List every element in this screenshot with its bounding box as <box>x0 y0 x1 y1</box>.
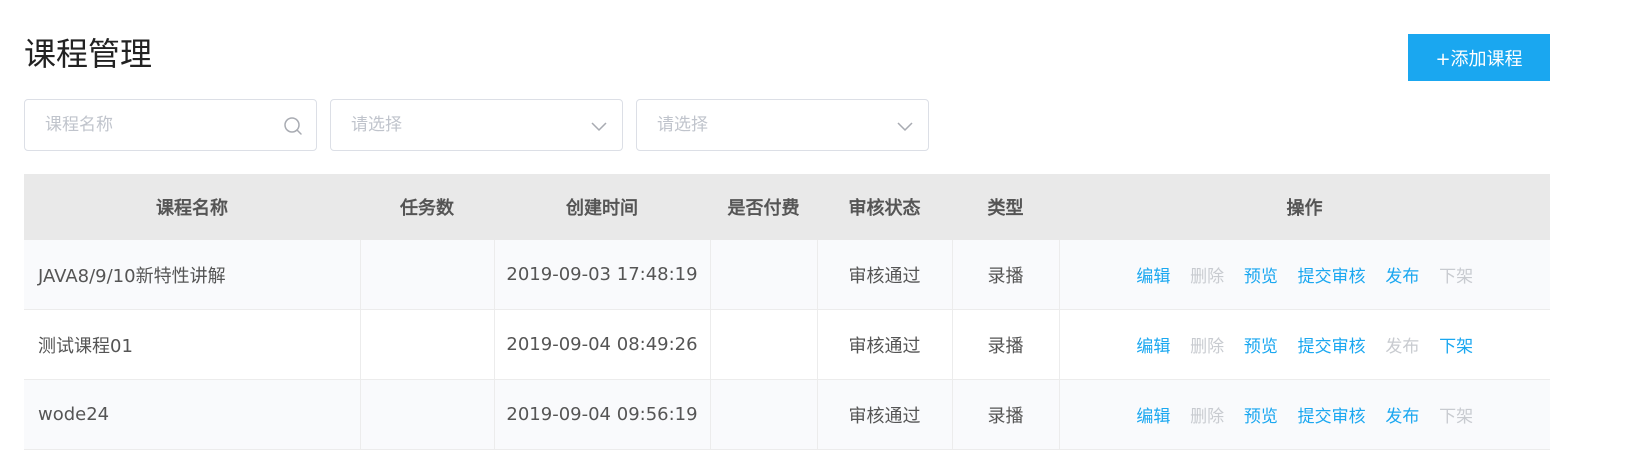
cell-paid <box>710 379 818 450</box>
cell-type: 录播 <box>952 240 1060 310</box>
unpublish-link[interactable]: 下架 <box>1439 332 1473 357</box>
column-header-tasks: 任务数 <box>360 174 494 240</box>
select-placeholder: 请选择 <box>351 115 402 135</box>
filter-select-1[interactable]: 请选择 <box>330 99 623 151</box>
preview-link[interactable]: 预览 <box>1244 332 1278 357</box>
publish-link[interactable]: 发布 <box>1385 402 1419 427</box>
page-title: 课程管理 <box>24 35 153 73</box>
publish-link[interactable]: 发布 <box>1385 332 1419 357</box>
publish-link[interactable]: 发布 <box>1385 262 1419 287</box>
search-icon[interactable] <box>282 115 304 137</box>
submit-review-link[interactable]: 提交审核 <box>1298 332 1366 357</box>
edit-link[interactable]: 编辑 <box>1136 402 1170 427</box>
submit-review-link[interactable]: 提交审核 <box>1298 262 1366 287</box>
column-header-paid: 是否付费 <box>710 174 817 240</box>
table-row: JAVA8/9/10新特性讲解 2019-09-03 17:48:19 审核通过… <box>24 240 1550 310</box>
unpublish-link[interactable]: 下架 <box>1439 402 1473 427</box>
submit-review-link[interactable]: 提交审核 <box>1298 402 1366 427</box>
course-name-input[interactable] <box>45 100 265 150</box>
preview-link[interactable]: 预览 <box>1244 402 1278 427</box>
column-header-created: 创建时间 <box>494 174 710 240</box>
cell-tasks <box>360 309 495 380</box>
preview-link[interactable]: 预览 <box>1244 262 1278 287</box>
delete-link[interactable]: 删除 <box>1190 332 1224 357</box>
cell-type: 录播 <box>952 379 1060 450</box>
course-name-search[interactable] <box>24 99 317 151</box>
cell-tasks <box>360 379 495 450</box>
edit-link[interactable]: 编辑 <box>1136 262 1170 287</box>
cell-created: 2019-09-03 17:48:19 <box>494 240 711 310</box>
cell-paid <box>710 309 818 380</box>
cell-paid <box>710 240 818 310</box>
column-header-status: 审核状态 <box>817 174 952 240</box>
edit-link[interactable]: 编辑 <box>1136 332 1170 357</box>
filter-select-2[interactable]: 请选择 <box>636 99 929 151</box>
delete-link[interactable]: 删除 <box>1190 262 1224 287</box>
column-header-name: 课程名称 <box>24 174 360 240</box>
column-header-actions: 操作 <box>1059 174 1550 240</box>
cell-course-name: wode24 <box>24 379 361 450</box>
table-row: wode24 2019-09-04 09:56:19 审核通过 录播 编辑 删除… <box>24 379 1550 450</box>
delete-link[interactable]: 删除 <box>1190 402 1224 427</box>
cell-course-name: JAVA8/9/10新特性讲解 <box>24 240 361 310</box>
table-header-row: 课程名称 任务数 创建时间 是否付费 审核状态 类型 操作 <box>24 174 1550 240</box>
cell-created: 2019-09-04 09:56:19 <box>494 379 711 450</box>
chevron-down-icon <box>591 122 607 132</box>
chevron-down-icon <box>897 122 913 132</box>
select-placeholder: 请选择 <box>657 115 708 135</box>
cell-actions: 编辑 删除 预览 提交审核 发布 下架 <box>1059 309 1550 380</box>
cell-type: 录播 <box>952 309 1060 380</box>
course-table: 课程名称 任务数 创建时间 是否付费 审核状态 类型 操作 JAVA8/9/10… <box>24 174 1550 450</box>
cell-tasks <box>360 240 495 310</box>
add-course-button[interactable]: +添加课程 <box>1408 34 1550 81</box>
table-row: 测试课程01 2019-09-04 08:49:26 审核通过 录播 编辑 删除… <box>24 309 1550 380</box>
cell-course-name: 测试课程01 <box>24 309 361 380</box>
cell-actions: 编辑 删除 预览 提交审核 发布 下架 <box>1059 240 1550 310</box>
cell-status: 审核通过 <box>817 309 953 380</box>
cell-created: 2019-09-04 08:49:26 <box>494 309 711 380</box>
cell-status: 审核通过 <box>817 379 953 450</box>
cell-status: 审核通过 <box>817 240 953 310</box>
unpublish-link[interactable]: 下架 <box>1439 262 1473 287</box>
cell-actions: 编辑 删除 预览 提交审核 发布 下架 <box>1059 379 1550 450</box>
column-header-type: 类型 <box>952 174 1059 240</box>
